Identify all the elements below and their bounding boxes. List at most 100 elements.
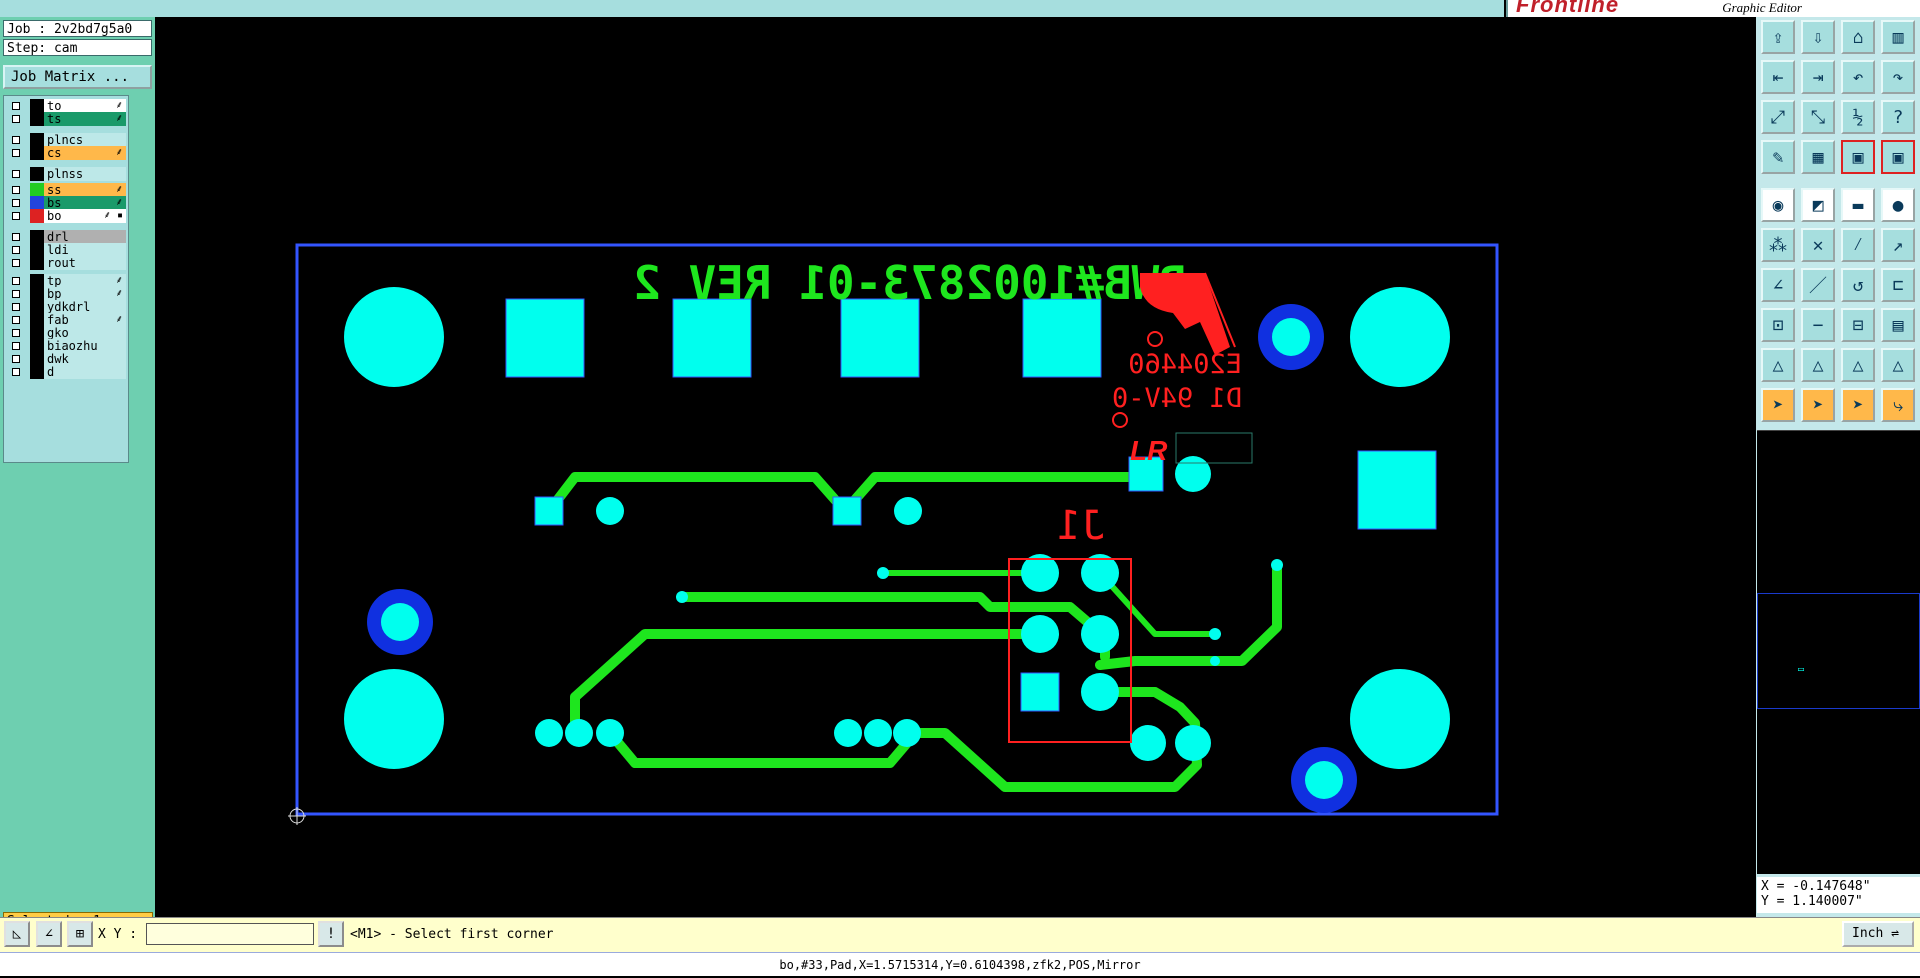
- layer-checkbox[interactable]: [12, 186, 20, 194]
- frame-icon[interactable]: ⊟: [1841, 308, 1875, 342]
- pan-right-icon[interactable]: ⇥: [1801, 60, 1835, 94]
- layer-row-bp[interactable]: bp ⸙: [6, 287, 126, 301]
- layer-row-to[interactable]: to ⸙: [6, 99, 126, 113]
- zoom-fit-icon[interactable]: ⤢: [1761, 100, 1795, 134]
- grid-icon[interactable]: ▦: [1801, 140, 1835, 174]
- layer-checkbox[interactable]: [12, 342, 20, 350]
- tri1-icon[interactable]: △: [1761, 348, 1795, 382]
- layer-row-d[interactable]: d: [6, 365, 126, 379]
- overview-panel[interactable]: ▭: [1757, 430, 1920, 874]
- ref-designator: J1: [1057, 503, 1105, 549]
- tri3-icon[interactable]: △: [1841, 348, 1875, 382]
- layer-name: bs ⸙: [44, 196, 126, 210]
- layer-checkbox[interactable]: [12, 246, 20, 254]
- layer-checkbox[interactable]: [12, 259, 20, 267]
- split-icon[interactable]: ▥: [1881, 20, 1915, 54]
- layer-checkbox[interactable]: [12, 277, 20, 285]
- layer-checkbox[interactable]: [12, 233, 20, 241]
- layer-checkbox[interactable]: [12, 303, 20, 311]
- layer-row-cs[interactable]: cs ⸙: [6, 146, 126, 160]
- layer-row-ts[interactable]: ts ⸙: [6, 112, 126, 126]
- import-icon[interactable]: ⇪: [1761, 20, 1795, 54]
- layer-row-ldi[interactable]: ldi: [6, 243, 126, 257]
- silkscreen-text: PWB#1002873-01 REV 2: [633, 256, 1187, 310]
- node-icon[interactable]: ⁂: [1761, 228, 1795, 262]
- overview-viewport[interactable]: ▭: [1757, 593, 1920, 709]
- home-icon[interactable]: ⌂: [1841, 20, 1875, 54]
- layer-row-bs[interactable]: bs ⸙: [6, 196, 126, 210]
- ul-number-text: E204460: [1128, 349, 1242, 380]
- layer-row-fab[interactable]: fab ⸙: [6, 313, 126, 327]
- layer-row-rout[interactable]: rout: [6, 256, 126, 270]
- layer-checkbox[interactable]: [12, 329, 20, 337]
- pad: [344, 669, 444, 769]
- tri4-icon[interactable]: △: [1881, 348, 1915, 382]
- angle-icon[interactable]: ∠: [1761, 268, 1795, 302]
- layer-checkbox[interactable]: [12, 102, 20, 110]
- layer-checkbox[interactable]: [12, 212, 20, 220]
- zoom-area-icon[interactable]: ⤡: [1801, 100, 1835, 134]
- segment-icon[interactable]: ⁄: [1841, 228, 1875, 262]
- layer-row-tp[interactable]: tp ⸙: [6, 274, 126, 288]
- select-icon[interactable]: ➤: [1761, 388, 1795, 422]
- pan-left-icon[interactable]: ⇤: [1761, 60, 1795, 94]
- select-add-icon[interactable]: ➤: [1801, 388, 1835, 422]
- layer-row-ydkdrl[interactable]: ydkdrl: [6, 300, 126, 314]
- layer-row-plnss[interactable]: plnss: [6, 167, 126, 181]
- layer-row-biaozhu[interactable]: biaozhu: [6, 339, 126, 353]
- layer-color-swatch: [30, 274, 44, 288]
- layer-checkbox[interactable]: [12, 368, 20, 376]
- brand-logo: Frontline: [1516, 0, 1620, 17]
- info-icon[interactable]: !: [318, 921, 344, 947]
- measure-icon[interactable]: ✎: [1761, 140, 1795, 174]
- snap-grid-icon[interactable]: ▣: [1881, 140, 1915, 174]
- job-matrix-button[interactable]: Job Matrix ...: [3, 65, 152, 89]
- connect-icon[interactable]: ⊡: [1761, 308, 1795, 342]
- layer-checkbox[interactable]: [12, 199, 20, 207]
- layer-checkbox[interactable]: [12, 316, 20, 324]
- polygon-icon[interactable]: ◩: [1801, 188, 1835, 222]
- redo-icon[interactable]: ↷: [1881, 60, 1915, 94]
- line-icon[interactable]: ▬: [1841, 188, 1875, 222]
- rotate-icon[interactable]: ↺: [1841, 268, 1875, 302]
- layer-row-plncs[interactable]: plncs: [6, 133, 126, 147]
- layer-checkbox[interactable]: [12, 170, 20, 178]
- ul-mark-icon: LR: [1130, 435, 1168, 466]
- layer-name: ss ⸙: [44, 183, 126, 197]
- layer-row-dwk[interactable]: dwk: [6, 352, 126, 366]
- layer-row-drl[interactable]: drl: [6, 230, 126, 244]
- tri2-icon[interactable]: △: [1801, 348, 1835, 382]
- circle-icon[interactable]: ●: [1881, 188, 1915, 222]
- select-sub-icon[interactable]: ➤: [1841, 388, 1875, 422]
- layer-checkbox[interactable]: [12, 136, 20, 144]
- layer-name: d: [44, 365, 126, 379]
- diagonal-icon[interactable]: ／: [1801, 268, 1835, 302]
- layer-checkbox[interactable]: [12, 115, 20, 123]
- pad: [672, 298, 752, 378]
- snap-mode-icon[interactable]: ◺: [4, 921, 30, 947]
- arc-node-icon[interactable]: ↗: [1881, 228, 1915, 262]
- xy-input[interactable]: [146, 923, 314, 945]
- layer-checkbox[interactable]: [12, 355, 20, 363]
- cross-icon[interactable]: ✕: [1801, 228, 1835, 262]
- unit-toggle[interactable]: Inch ⇌: [1842, 921, 1914, 947]
- help-icon[interactable]: ?: [1881, 100, 1915, 134]
- array-icon[interactable]: ▤: [1881, 308, 1915, 342]
- angle-mode-icon[interactable]: ∠: [36, 921, 62, 947]
- pad-icon[interactable]: ◉: [1761, 188, 1795, 222]
- zoom-1to2-icon[interactable]: ½: [1841, 100, 1875, 134]
- grid-mode-icon[interactable]: ⊞: [67, 921, 93, 947]
- bracket-icon[interactable]: ⊏: [1881, 268, 1915, 302]
- layer-row-bo[interactable]: bo ⸙ ▪: [6, 209, 126, 223]
- route-icon[interactable]: ⤷: [1881, 388, 1915, 422]
- dash-icon[interactable]: −: [1801, 308, 1835, 342]
- layer-row-gko[interactable]: gko: [6, 326, 126, 340]
- snap-icon[interactable]: ▣: [1841, 140, 1875, 174]
- layer-row-ss[interactable]: ss ⸙: [6, 183, 126, 197]
- graphic-canvas[interactable]: PWB#1002873-01 REV 2 E204460 D1 94V-0 LR…: [155, 17, 1756, 917]
- layer-checkbox[interactable]: [12, 290, 20, 298]
- undo-icon[interactable]: ↶: [1841, 60, 1875, 94]
- layer-checkbox[interactable]: [12, 149, 20, 157]
- via: [1272, 318, 1310, 356]
- export-icon[interactable]: ⇩: [1801, 20, 1835, 54]
